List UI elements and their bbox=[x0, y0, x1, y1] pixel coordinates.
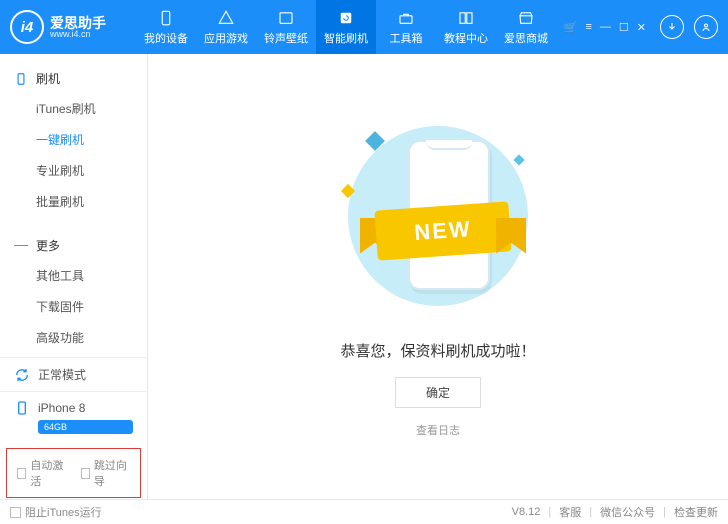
options-row: 自动激活 跳过向导 bbox=[6, 448, 141, 498]
maximize-icon[interactable]: ☐ bbox=[619, 21, 629, 34]
block-itunes-checkbox[interactable]: 阻止iTunes运行 bbox=[10, 504, 102, 520]
content-area: NEW 恭喜您，保资料刷机成功啦！ 确定 查看日志 bbox=[148, 54, 728, 499]
footer: 阻止iTunes运行 V8.12 | 客服 | 微信公众号 | 检查更新 bbox=[0, 499, 728, 524]
tab-flash[interactable]: 智能刷机 bbox=[316, 0, 376, 54]
window-controls: 🛒 ≡ — ☐ ✕ bbox=[564, 21, 646, 34]
wechat-link[interactable]: 微信公众号 bbox=[600, 504, 655, 520]
sidebar-item-itunes-flash[interactable]: iTunes刷机 bbox=[0, 93, 147, 124]
sidebar-section-flash: 刷机 bbox=[0, 64, 147, 93]
capacity-badge: 64GB bbox=[38, 420, 133, 434]
success-message: 恭喜您，保资料刷机成功啦！ bbox=[340, 340, 535, 361]
toolbox-icon bbox=[397, 9, 415, 27]
main-tabs: 我的设备 应用游戏 铃声壁纸 智能刷机 工具箱 教程中心 爱思商城 bbox=[136, 0, 556, 54]
download-button[interactable] bbox=[660, 15, 684, 39]
tab-tutorial[interactable]: 教程中心 bbox=[436, 0, 496, 54]
update-link[interactable]: 检查更新 bbox=[674, 504, 718, 520]
view-log-link[interactable]: 查看日志 bbox=[416, 422, 460, 438]
version-label: V8.12 bbox=[512, 506, 541, 518]
sync-icon bbox=[14, 367, 30, 383]
support-link[interactable]: 客服 bbox=[559, 504, 581, 520]
phone-icon bbox=[157, 9, 175, 27]
image-icon bbox=[277, 9, 295, 27]
sidebar-item-download-firmware[interactable]: 下载固件 bbox=[0, 291, 147, 322]
store-icon bbox=[517, 9, 535, 27]
skip-guide-checkbox[interactable]: 跳过向导 bbox=[81, 457, 131, 489]
sidebar-item-batch-flash[interactable]: 批量刷机 bbox=[0, 186, 147, 217]
sidebar-item-oneclick-flash[interactable]: 一键刷机 bbox=[0, 124, 147, 155]
logo-badge: i4 bbox=[10, 10, 44, 44]
sidebar-item-pro-flash[interactable]: 专业刷机 bbox=[0, 155, 147, 186]
apps-icon bbox=[217, 9, 235, 27]
sidebar: 刷机 iTunes刷机 一键刷机 专业刷机 批量刷机 更多 其他工具 下载固件 … bbox=[0, 54, 148, 499]
ok-button[interactable]: 确定 bbox=[395, 377, 481, 408]
close-icon[interactable]: ✕ bbox=[637, 21, 646, 34]
logo[interactable]: i4 爱思助手 www.i4.cn bbox=[10, 10, 136, 44]
sidebar-item-other-tools[interactable]: 其他工具 bbox=[0, 260, 147, 291]
phone-outline-icon bbox=[14, 72, 28, 86]
user-button[interactable] bbox=[694, 15, 718, 39]
sidebar-item-advanced[interactable]: 高级功能 bbox=[0, 322, 147, 353]
logo-cn: 爱思助手 bbox=[50, 16, 106, 30]
logo-url: www.i4.cn bbox=[50, 30, 106, 39]
cart-icon[interactable]: 🛒 bbox=[564, 21, 578, 34]
refresh-icon bbox=[337, 9, 355, 27]
tab-store[interactable]: 爱思商城 bbox=[496, 0, 556, 54]
hamburger-icon bbox=[14, 239, 28, 253]
sidebar-section-more: 更多 bbox=[0, 231, 147, 260]
minimize-icon[interactable]: — bbox=[600, 21, 611, 34]
device-name: iPhone 8 bbox=[38, 401, 85, 415]
new-ribbon: NEW bbox=[358, 206, 528, 256]
header-right: 🛒 ≡ — ☐ ✕ bbox=[564, 15, 718, 39]
success-illustration: NEW bbox=[338, 116, 538, 316]
tab-toolbox[interactable]: 工具箱 bbox=[376, 0, 436, 54]
tab-ringtone[interactable]: 铃声壁纸 bbox=[256, 0, 316, 54]
tab-games[interactable]: 应用游戏 bbox=[196, 0, 256, 54]
book-icon bbox=[457, 9, 475, 27]
header: i4 爱思助手 www.i4.cn 我的设备 应用游戏 铃声壁纸 智能刷机 工具… bbox=[0, 0, 728, 54]
device-icon bbox=[14, 400, 30, 416]
mode-label: 正常模式 bbox=[38, 366, 86, 383]
tab-device[interactable]: 我的设备 bbox=[136, 0, 196, 54]
auto-activate-checkbox[interactable]: 自动激活 bbox=[17, 457, 67, 489]
menu-icon[interactable]: ≡ bbox=[585, 21, 591, 34]
device-row[interactable]: iPhone 8 64GB bbox=[0, 391, 147, 442]
mode-row[interactable]: 正常模式 bbox=[0, 357, 147, 391]
